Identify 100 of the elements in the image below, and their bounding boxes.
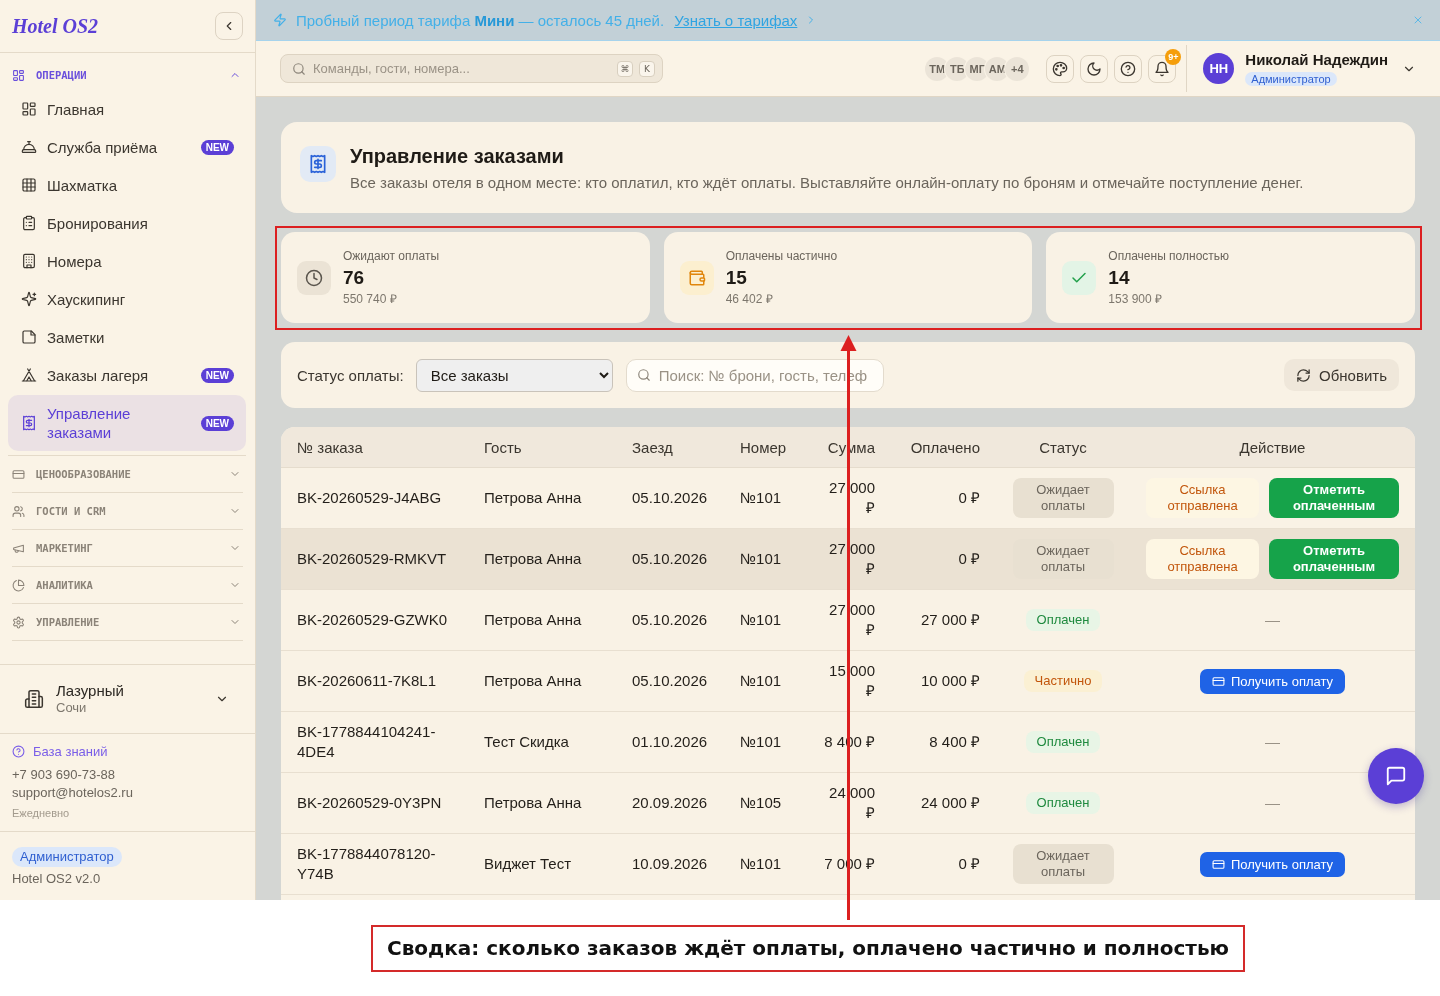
more-avatars: +4 (1005, 56, 1030, 81)
dark-mode-button[interactable] (1080, 54, 1109, 83)
dashboard-icon (21, 101, 37, 117)
sidebar-item[interactable]: Главная (8, 90, 246, 128)
column-header: Оплачено (909, 438, 980, 456)
stat-label: Оплачены полностью (1108, 248, 1230, 264)
chat-icon (1385, 765, 1407, 787)
section-header[interactable]: ГОСТИ И CRM (12, 493, 243, 530)
search-icon (292, 61, 306, 76)
page-title: Управление заказами (350, 143, 565, 169)
lightning-icon (273, 13, 287, 27)
status-badge: Оплачен (1025, 609, 1101, 631)
table-cell-text: Петрова Анна (484, 671, 583, 691)
sidebar-item[interactable]: Заказы лагеря NEW (8, 356, 246, 394)
status-badge: Ожидает оплаты (1012, 478, 1114, 518)
table-cell-text: №101 (740, 488, 783, 508)
support-hours: Ежедневно (12, 806, 70, 821)
table-cell-text: №101 (740, 732, 783, 752)
support-email: support@hotelos2.ru (12, 784, 133, 802)
refresh-button[interactable]: Обновить (1284, 359, 1399, 391)
grid-icon (21, 177, 37, 193)
sidebar-item[interactable]: Управление заказами NEW (8, 395, 246, 451)
sidebar-item[interactable]: Заметки (8, 318, 246, 356)
section-header[interactable]: МАРКЕТИНГ (12, 530, 243, 567)
table-cell-text: BK-20260529-0Y3PN (297, 793, 443, 813)
link-sent-button[interactable]: Ссылка отправлена (1146, 478, 1259, 518)
note-icon (21, 329, 37, 345)
table-cell-text: BK-20260611-7K8L1 (297, 671, 437, 691)
stat-label: Оплачены частично (725, 248, 838, 264)
table-cell-text: 8 400 ₽ (928, 732, 980, 752)
table-cell-text: BK-1778844078120-Y74B (297, 844, 437, 884)
sparkles-icon (21, 291, 37, 307)
check-icon (1062, 260, 1097, 295)
get-payment-button[interactable]: Получить оплату (1199, 851, 1346, 877)
stat-amount: 153 900 ₽ (1108, 291, 1164, 307)
pie-chart-icon (12, 578, 25, 592)
table-cell-text: 0 ₽ (957, 549, 980, 569)
mark-paid-button[interactable]: Отметить оплаченным (1269, 478, 1399, 518)
get-payment-button[interactable]: Получить оплату (1199, 668, 1346, 694)
link-sent-button[interactable]: Ссылка отправлена (1146, 539, 1259, 579)
new-badge: NEW (200, 367, 234, 383)
support-phone: +7 903 690-73-88 (12, 766, 115, 784)
table-cell-text: Виджет Тест (484, 854, 573, 874)
table-cell-text: №101 (740, 549, 783, 569)
status-badge: Частично (1023, 670, 1103, 692)
users-icon (12, 504, 25, 518)
mark-paid-button[interactable]: Отметить оплаченным (1269, 539, 1399, 579)
knowledge-base-link[interactable]: База знаний (33, 743, 108, 759)
theme-button[interactable] (1046, 54, 1075, 83)
table-cell-text: 05.10.2026 (632, 488, 709, 508)
sidebar-item[interactable]: Служба приёма NEW (8, 128, 246, 166)
dashboard-icon (12, 68, 25, 82)
status-select[interactable]: Все заказы (415, 358, 613, 392)
search-icon (636, 368, 651, 382)
section-header[interactable]: УПРАВЛЕНИЕ (12, 604, 243, 641)
section-header[interactable]: АНАЛИТИКА (12, 567, 243, 604)
sidebar-item[interactable]: Бронирования (8, 204, 246, 242)
wallet-icon (679, 260, 714, 295)
role-badge: Администратор (1245, 72, 1337, 86)
table-cell-text: 0 ₽ (957, 854, 980, 874)
service-bell-icon (21, 139, 37, 155)
section-header[interactable]: ЦЕНООБРАЗОВАНИЕ (12, 456, 243, 493)
refresh-icon (1296, 367, 1312, 383)
table-cell-text: 27 000 ₽ (828, 600, 875, 640)
close-icon (1412, 14, 1424, 26)
app-logo: Hotel OS2 (12, 14, 99, 38)
table-cell-text: 05.10.2026 (632, 671, 709, 691)
new-badge: NEW (200, 139, 234, 155)
stat-amount: 550 740 ₽ (343, 291, 398, 307)
property-selector[interactable]: Лазурный Сочи (0, 664, 255, 733)
table-cell-text: 27 000 ₽ (828, 539, 875, 579)
column-header: Действие (1238, 438, 1307, 456)
clipboard-icon (21, 215, 37, 231)
table-cell-text: Петрова Анна (484, 610, 583, 630)
help-button[interactable] (1114, 54, 1143, 83)
notification-badge: 9+ (1165, 48, 1182, 65)
sidebar-item[interactable]: Хаускипинг (8, 280, 246, 318)
table-cell-text: BK-20260529-J4ABG (297, 488, 443, 508)
table-cell-text: BK-20260529-GZWK0 (297, 610, 449, 630)
sidebar-item[interactable]: Шахматка (8, 166, 246, 204)
help-icon (1120, 60, 1137, 77)
section-header[interactable]: ОПЕРАЦИИ (12, 60, 243, 90)
filter-label: Статус оплаты: (297, 366, 404, 384)
empty-dash: — (1265, 732, 1280, 752)
table-cell-text: Петрова Анна (484, 488, 583, 508)
stat-amount: 46 402 ₽ (725, 291, 774, 307)
sidebar-item[interactable]: Номера (8, 242, 246, 280)
user-avatar[interactable]: НН (1203, 53, 1235, 84)
column-header: Статус (1038, 438, 1088, 456)
status-badge: Оплачен (1025, 792, 1101, 814)
table-cell-text: 20.09.2026 (632, 793, 709, 813)
receipt-icon (21, 415, 37, 431)
stat-value: 14 (1108, 265, 1131, 290)
page-subtitle: Все заказы отеля в одном месте: кто оплатил, кто ждёт оплаты. Выставляйте онлайн-оплату по броням и отмечайте поступление денег. (350, 172, 1304, 193)
palette-icon (1052, 60, 1069, 77)
version-text: Hotel OS2 v2.0 (12, 870, 101, 888)
column-header: Заезд (632, 438, 674, 456)
table-cell-text: 27 000 ₽ (828, 478, 875, 518)
column-header: Гость (484, 438, 523, 456)
table-cell-text: №101 (740, 671, 783, 691)
